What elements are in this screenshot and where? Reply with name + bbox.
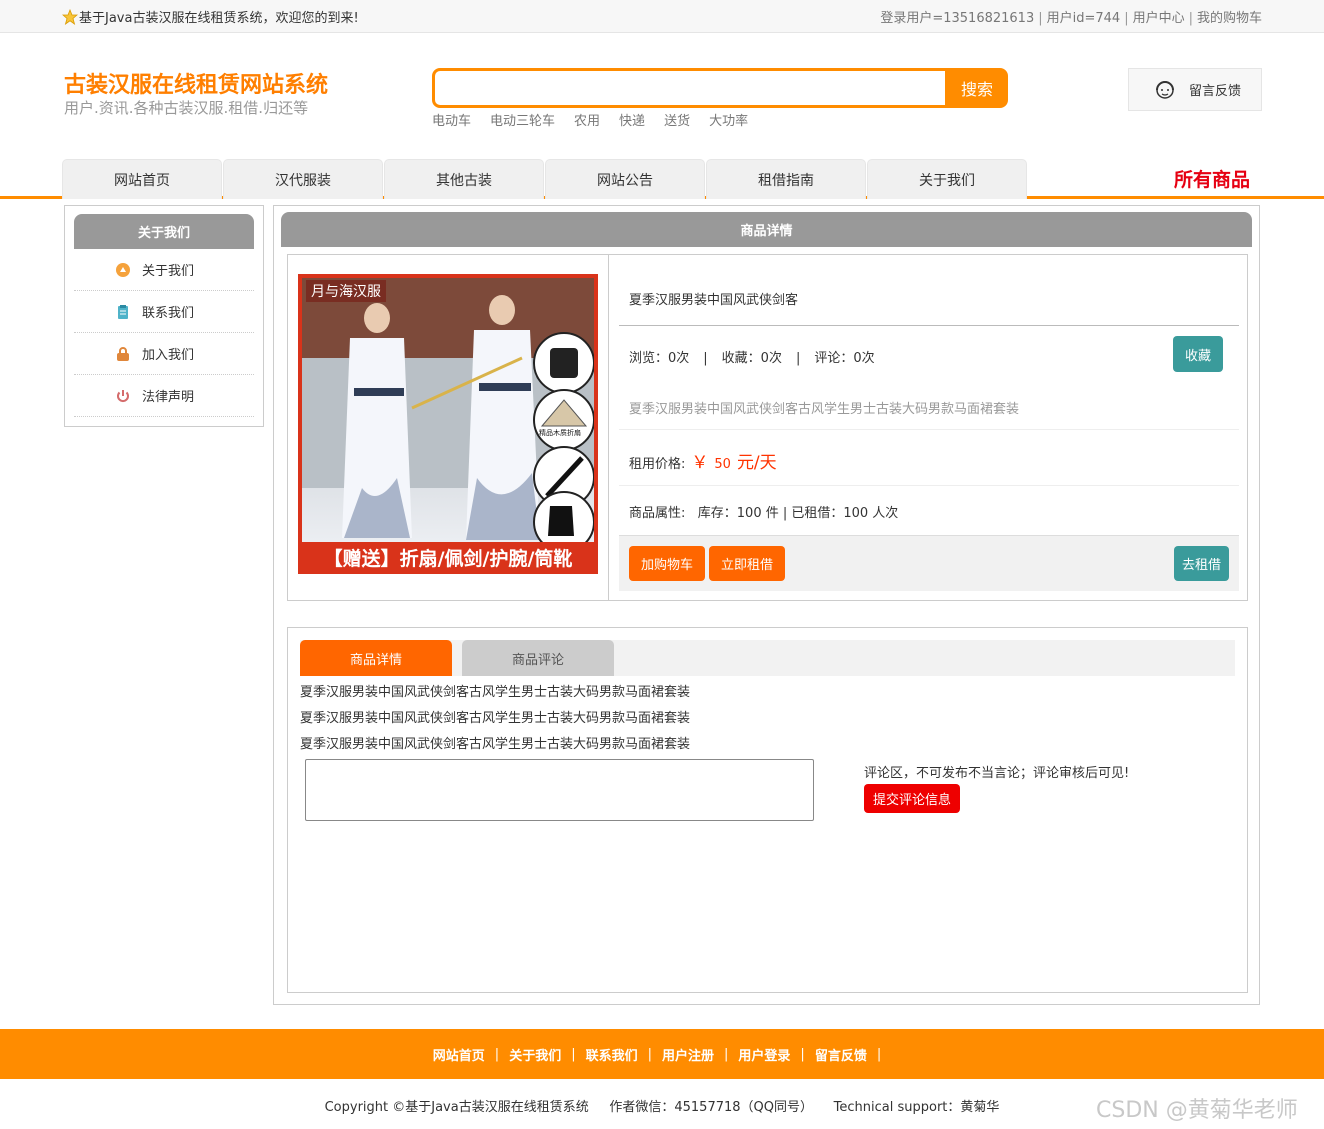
welcome-message: 基于Java古装汉服在线租赁系统，欢迎您的到来!	[62, 7, 359, 26]
product-detail-box: 月与海汉服 精品木质折扇 【赠送】折扇/佩剑/护腕/筒靴 夏季汉服男装中国风武侠…	[287, 254, 1248, 601]
watermark: CSDN @黄菊华老师	[1096, 1098, 1298, 1123]
footer-link-about[interactable]: 关于我们	[509, 1045, 561, 1064]
nav-tab-other-costumes[interactable]: 其他古装	[384, 159, 544, 199]
detail-text-line: 夏季汉服男装中国风武侠剑客古风学生男士古装大码男款马面裙套装	[300, 685, 691, 700]
hot-keyword[interactable]: 农用	[574, 110, 600, 129]
product-attributes: 商品属性: 库存：100 件 | 已租借：100 人次	[629, 506, 899, 521]
nav-tab-home[interactable]: 网站首页	[62, 159, 222, 199]
favorites-count: 收藏：0次	[721, 351, 782, 366]
sidebar-title: 关于我们	[74, 214, 254, 249]
image-banner-top: 月与海汉服	[306, 280, 386, 302]
customer-service-icon	[1156, 80, 1174, 99]
product-description: 夏季汉服男装中国风武侠剑客古风学生男士古装大码男款马面裙套装	[629, 402, 1020, 417]
sidebar-item-about[interactable]: 关于我们	[74, 249, 254, 291]
price-value: 50	[714, 457, 731, 472]
comment-tip: 评论区，不可发布不当言论；评论审核后可见!	[864, 766, 1130, 781]
search-input[interactable]	[432, 68, 948, 108]
tab-product-detail[interactable]: 商品详情	[300, 640, 452, 676]
favorite-button[interactable]: 收藏	[1173, 336, 1223, 372]
user-links: 登录用户=13516821613 | 用户id=744 | 用户中心 | 我的购物车	[880, 11, 1262, 26]
user-center-link[interactable]: 用户中心	[1133, 11, 1185, 26]
product-info: 夏季汉服男装中国风武侠剑客 浏览：0次 | 收藏：0次 | 评论：0次 收藏 夏季汉服男…	[619, 255, 1239, 600]
footer-link-home[interactable]: 网站首页	[433, 1045, 485, 1064]
rent-now-button[interactable]: 立即租借	[709, 546, 786, 581]
product-panel: 商品详情 月与海汉服 精品木质折扇 【赠送】折扇/佩剑/护腕/筒靴 夏季汉服男装…	[273, 205, 1260, 1005]
footer-link-contact[interactable]: 联系我们	[586, 1045, 638, 1064]
sidebar-item-join[interactable]: 加入我们	[74, 333, 254, 375]
sidebar-item-contact[interactable]: 联系我们	[74, 291, 254, 333]
hot-keyword[interactable]: 快递	[619, 110, 645, 129]
hot-keyword[interactable]: 电动三轮车	[490, 110, 555, 129]
login-user: 登录用户=13516821613	[880, 11, 1035, 26]
footer-links: 网站首页 | 关于我们 | 联系我们 | 用户注册 | 用户登录 | 留言反馈 |	[0, 1029, 1324, 1079]
rental-price: 租用价格: ￥ 50 元/天	[629, 448, 777, 473]
divider	[619, 325, 1239, 326]
star-icon	[62, 8, 78, 25]
main-nav: 网站首页 汉代服装 其他古装 网站公告 租借指南 关于我们 所有商品	[0, 157, 1324, 199]
submit-comment-button[interactable]: 提交评论信息	[864, 784, 960, 813]
product-image-column: 月与海汉服 精品木质折扇 【赠送】折扇/佩剑/护腕/筒靴	[288, 255, 609, 600]
divider	[619, 429, 1239, 430]
comment-textarea[interactable]	[305, 759, 814, 821]
image-banner-bottom: 【赠送】折扇/佩剑/护腕/筒靴	[323, 548, 573, 570]
power-icon	[117, 389, 129, 402]
sidebar-item-label: 联系我们	[142, 306, 195, 321]
price-label: 租用价格:	[629, 457, 686, 472]
hot-keywords: 电动车 电动三轮车 农用 快递 送货 大功率	[432, 110, 767, 129]
hot-keyword[interactable]: 送货	[664, 110, 690, 129]
hot-keyword[interactable]: 电动车	[432, 110, 471, 129]
detail-text-line: 夏季汉服男装中国风武侠剑客古风学生男士古装大码男款马面裙套装	[300, 711, 691, 726]
nav-tab-han-clothing[interactable]: 汉代服装	[223, 159, 383, 199]
site-subtitle: 用户.资讯.各种古装汉服.租借.归还等	[64, 99, 309, 117]
sidebar-item-label: 关于我们	[142, 264, 195, 279]
nav-tab-about[interactable]: 关于我们	[867, 159, 1027, 199]
detail-text-line: 夏季汉服男装中国风武侠剑客古风学生男士古装大码男款马面裙套装	[300, 737, 691, 752]
divider	[619, 485, 1239, 486]
go-rent-button[interactable]: 去租借	[1174, 546, 1229, 581]
sidebar: 关于我们 关于我们 联系我们 加入我们 法律声明	[64, 205, 264, 427]
product-stats: 浏览：0次 | 收藏：0次 | 评论：0次	[629, 351, 875, 366]
footer-link-feedback[interactable]: 留言反馈	[815, 1045, 867, 1064]
price-symbol: ￥	[691, 453, 709, 473]
welcome-text: 基于Java古装汉服在线租赁系统，欢迎您的到来!	[79, 11, 359, 26]
footer-link-login[interactable]: 用户登录	[738, 1045, 790, 1064]
footer-link-register[interactable]: 用户注册	[662, 1045, 714, 1064]
contact-icon	[118, 304, 128, 319]
image-fan-label: 精品木质折扇	[539, 429, 581, 437]
tab-product-comments[interactable]: 商品评论	[462, 640, 614, 676]
action-bar: 加购物车 立即租借 去租借	[619, 535, 1239, 591]
sidebar-item-label: 法律声明	[142, 390, 195, 405]
top-bar: 基于Java古装汉服在线租赁系统，欢迎您的到来! 登录用户=1351682161…	[0, 0, 1324, 33]
sidebar-item-label: 加入我们	[142, 348, 195, 363]
all-products-link[interactable]: 所有商品	[1174, 165, 1250, 192]
about-icon	[116, 262, 130, 277]
sidebar-list: 关于我们 联系我们 加入我们 法律声明	[74, 249, 254, 417]
lock-icon	[117, 346, 129, 361]
header: 古装汉服在线租赁网站系统 用户.资讯.各种古装汉服.租借.归还等 搜索 电动车 …	[0, 33, 1324, 157]
tab-strip: 商品详情 商品评论	[300, 640, 1235, 676]
user-id: 用户id=744	[1046, 11, 1121, 26]
price-unit: 元/天	[736, 453, 777, 473]
feedback-button[interactable]: 留言反馈	[1128, 68, 1262, 111]
product-photo-illustration	[302, 278, 594, 570]
search-button[interactable]: 搜索	[946, 68, 1008, 108]
nav-tab-announcements[interactable]: 网站公告	[545, 159, 705, 199]
comments-count: 评论：0次	[814, 351, 875, 366]
hot-keyword[interactable]: 大功率	[709, 110, 748, 129]
product-image[interactable]: 月与海汉服 精品木质折扇 【赠送】折扇/佩剑/护腕/筒靴	[298, 274, 598, 574]
main-content: 关于我们 关于我们 联系我们 加入我们 法律声明 商品详情 月与海汉服 精品木质…	[0, 199, 1324, 1027]
cart-link[interactable]: 我的购物车	[1197, 11, 1262, 26]
add-to-cart-button[interactable]: 加购物车	[629, 546, 706, 581]
product-section-title: 商品详情	[281, 212, 1252, 247]
feedback-label: 留言反馈	[1189, 84, 1242, 99]
detail-tabs-box: 商品详情 商品评论 夏季汉服男装中国风武侠剑客古风学生男士古装大码男款马面裙套装…	[287, 627, 1248, 993]
nav-tab-rental-guide[interactable]: 租借指南	[706, 159, 866, 199]
site-title[interactable]: 古装汉服在线租赁网站系统	[64, 67, 328, 99]
sidebar-item-legal[interactable]: 法律声明	[74, 375, 254, 417]
product-name: 夏季汉服男装中国风武侠剑客	[629, 293, 799, 308]
views-count: 浏览：0次	[629, 351, 690, 366]
